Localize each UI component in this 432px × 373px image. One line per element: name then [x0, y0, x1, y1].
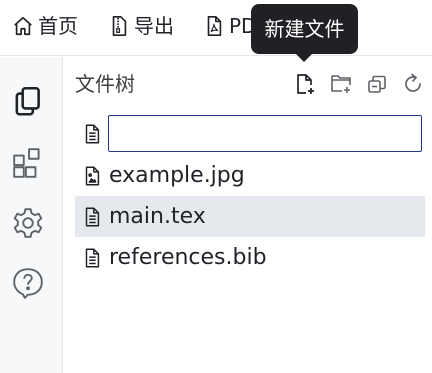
- export-label: 导出: [134, 14, 174, 38]
- collapse-all-button[interactable]: [364, 71, 390, 97]
- image-file-icon: [85, 166, 100, 185]
- tree-item-references-bib[interactable]: references.bib: [75, 237, 425, 278]
- collapse-icon: [368, 75, 386, 93]
- new-folder-icon: [331, 75, 351, 93]
- top-menu-bar: 首页 导出 PDF 缩: [0, 0, 432, 56]
- apps-icon: [13, 148, 40, 178]
- new-file-button[interactable]: [292, 71, 318, 97]
- new-folder-button[interactable]: [328, 71, 354, 97]
- gear-icon: [13, 208, 43, 238]
- file-name: main.tex: [109, 204, 206, 229]
- tree-item-example-jpg[interactable]: example.jpg: [75, 155, 425, 196]
- sidebar-item-files[interactable]: [10, 83, 46, 119]
- text-file-icon: [85, 207, 100, 226]
- new-file-icon: [297, 74, 314, 94]
- zip-file-icon: [112, 16, 127, 36]
- sidebar-item-settings[interactable]: [10, 205, 46, 241]
- home-label: 首页: [38, 14, 78, 38]
- sidebar-item-extensions[interactable]: [10, 145, 46, 181]
- tooltip-arrow: [296, 54, 312, 62]
- refresh-icon: [405, 73, 421, 92]
- text-file-icon: [85, 124, 100, 143]
- new-file-name-input[interactable]: [108, 115, 422, 152]
- new-file-tooltip: 新建文件: [251, 4, 358, 54]
- export-menu-item[interactable]: 导出: [108, 10, 174, 42]
- panel-title: 文件树: [75, 72, 135, 96]
- home-menu-item[interactable]: 首页: [12, 10, 78, 42]
- copy-icon: [15, 86, 40, 116]
- file-tree-panel: 文件树 example.jpg main.tex references.bib: [63, 57, 432, 373]
- home-icon: [14, 16, 32, 36]
- tree-item-main-tex[interactable]: main.tex: [75, 196, 425, 237]
- sidebar-item-help[interactable]: [10, 265, 46, 301]
- pdf-file-icon: [207, 16, 222, 36]
- refresh-button[interactable]: [400, 71, 426, 97]
- text-file-icon: [85, 248, 100, 267]
- file-name: references.bib: [109, 245, 267, 270]
- help-icon: [13, 268, 43, 299]
- file-name: example.jpg: [109, 163, 245, 188]
- activity-sidebar: [0, 57, 63, 373]
